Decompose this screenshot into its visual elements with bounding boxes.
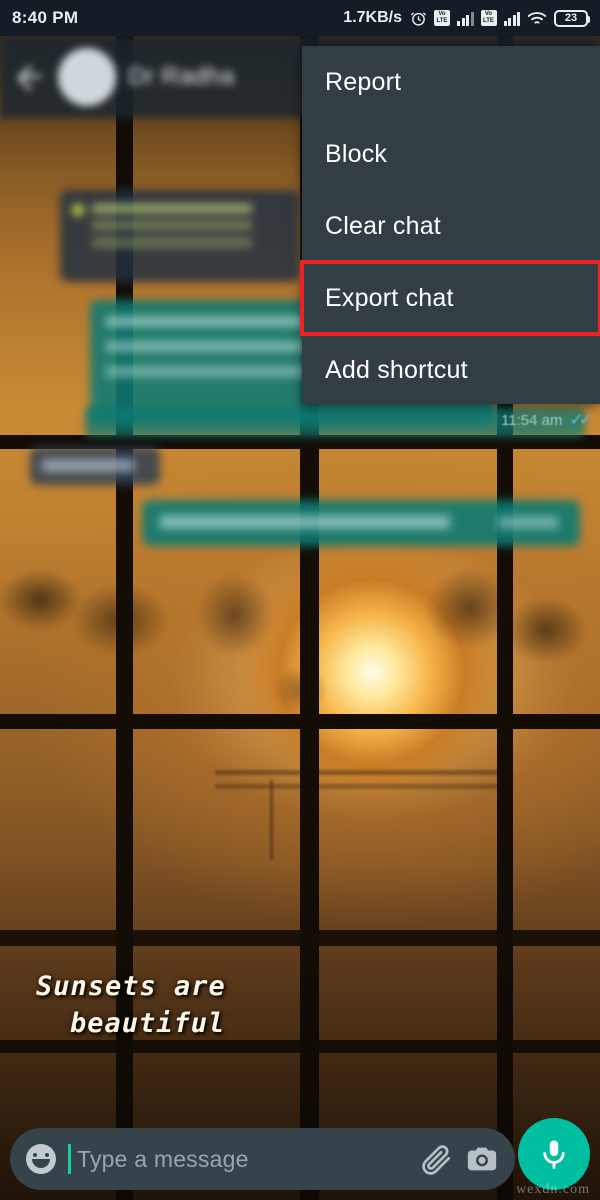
- caption-line-2: beautiful: [70, 1008, 226, 1039]
- menu-item-label: Export chat: [325, 283, 454, 312]
- menu-item-clear-chat[interactable]: Clear chat: [302, 190, 600, 262]
- menu-item-report[interactable]: Report: [302, 46, 600, 118]
- menu-item-label: Block: [325, 139, 388, 168]
- menu-item-export-chat[interactable]: Export chat: [300, 260, 600, 336]
- status-bar: 8:40 PM 1.7KB/s Vo LTE Vo LTE 23: [0, 0, 600, 36]
- menu-item-label: Add shortcut: [325, 355, 468, 384]
- signal-bars-sim1: [457, 11, 474, 26]
- wallpaper-caption: Sunsets are beautiful: [36, 968, 456, 1042]
- battery-icon: 23: [554, 9, 590, 27]
- message-input[interactable]: Type a message: [77, 1146, 407, 1173]
- menu-item-add-shortcut[interactable]: Add shortcut: [302, 334, 600, 406]
- watermark: wexdn.com: [516, 1182, 590, 1197]
- menu-item-label: Report: [325, 67, 402, 96]
- status-icons: 1.7KB/s Vo LTE Vo LTE 23: [343, 9, 590, 27]
- paperclip-icon[interactable]: [419, 1142, 453, 1176]
- phone-screen: Sunsets are beautiful 11:54 am ✓✓ Dr Rad…: [0, 0, 600, 1200]
- menu-item-label: Clear chat: [325, 211, 441, 240]
- message-input-bar[interactable]: Type a message: [10, 1128, 515, 1190]
- message-timestamp: 11:54 am: [501, 411, 563, 429]
- alarm-clock-icon: [410, 10, 427, 27]
- volte-icon-sim2: Vo LTE: [480, 10, 497, 26]
- network-speed-label: 1.7KB/s: [343, 9, 402, 26]
- chat-bubble-incoming[interactable]: [30, 447, 160, 485]
- microphone-icon[interactable]: [518, 1118, 590, 1190]
- chat-bubble-quoted[interactable]: [60, 190, 300, 282]
- chat-bubble-outgoing[interactable]: [142, 500, 580, 546]
- back-arrow-icon[interactable]: [12, 60, 46, 94]
- battery-percent-label: 23: [564, 11, 578, 24]
- text-caret: [68, 1144, 71, 1174]
- menu-item-block[interactable]: Block: [302, 118, 600, 190]
- chat-bubble-time-placeholder: [498, 516, 558, 529]
- status-clock: 8:40 PM: [12, 8, 79, 27]
- emoji-smiley-icon[interactable]: [26, 1144, 56, 1174]
- read-receipt-icon: ✓✓: [569, 410, 593, 429]
- camera-icon[interactable]: [465, 1142, 499, 1176]
- overflow-menu[interactable]: Report Block Clear chat Export chat Add …: [300, 46, 600, 406]
- signal-bars-sim2: [503, 11, 520, 26]
- message-meta: 11:54 am ✓✓: [388, 405, 593, 435]
- volte-icon-sim1: Vo LTE: [434, 10, 450, 26]
- caption-line-1: Sunsets are: [36, 971, 226, 1002]
- wifi-icon: [527, 11, 547, 26]
- contact-name[interactable]: Dr Radha: [128, 63, 235, 91]
- avatar[interactable]: [58, 48, 116, 106]
